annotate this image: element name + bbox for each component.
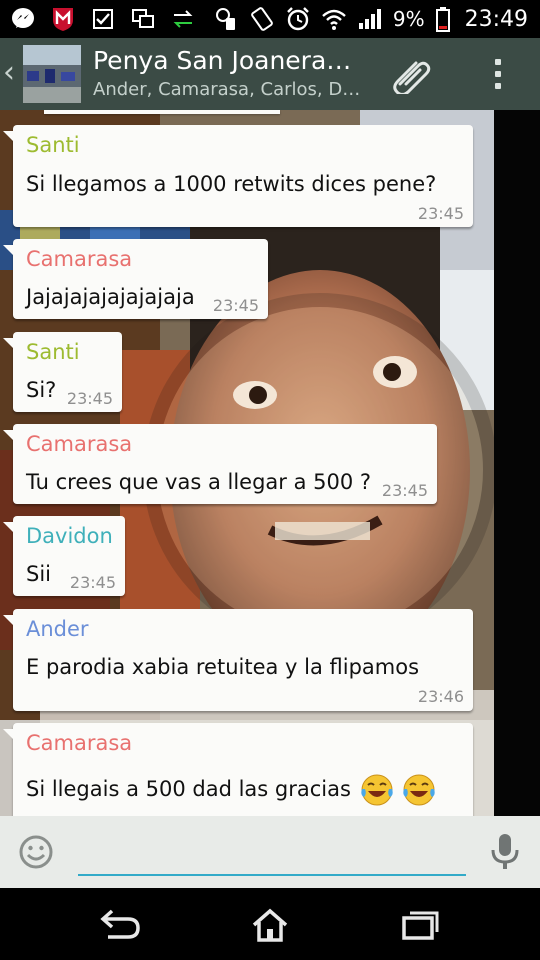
paperclip-icon [393,61,431,94]
clock: 23:49 [464,6,528,32]
group-avatar[interactable] [23,45,81,103]
signal-icon [357,6,383,32]
message-sender: Camarasa [26,432,133,456]
message-sender: Davidon [26,524,113,548]
message-time: 23:45 [212,296,259,315]
back-chevron-icon[interactable]: ‹ [3,58,15,88]
message-sender: Santi [26,133,80,157]
transfer-icon [170,6,196,32]
message-bubble[interactable]: Santi Si llegamos a 1000 retwits dices p… [3,125,473,227]
checkbox-icon [90,6,116,32]
dot [495,71,501,77]
message-text: Tu crees que vas a llegar a 500 ? [26,470,372,494]
nav-recent-apps-button[interactable] [390,904,450,946]
previous-message-edge [44,110,280,114]
group-title[interactable]: Penya San Joanera… [93,46,373,75]
system-icons: 9% 23:49 [213,4,528,34]
voice-record-button[interactable] [488,832,522,872]
tears-of-joy-emoji-icon [403,774,435,806]
message-bubble[interactable]: Santi Si? 23:45 [3,332,122,412]
wifi-icon [321,6,347,32]
microphone-icon [491,834,519,869]
message-time: 23:45 [69,573,116,592]
message-sender: Ander [26,617,89,641]
nav-back-button[interactable] [90,904,150,946]
message-bubble[interactable]: Davidon Sii 23:45 [3,516,125,596]
notification-icons [10,4,196,34]
message-time: 23:46 [417,687,464,706]
message-bubble[interactable]: Ander E parodia xabia retuitea y la flip… [3,609,473,711]
message-time: 23:45 [66,389,113,408]
message-sender: Santi [26,340,80,364]
compose-bar [0,816,540,888]
message-text: E parodia xabia retuitea y la flipamos [26,655,420,679]
message-text: Si llegais a 500 dad las gracias [26,777,351,801]
dot [495,83,501,89]
message-text: Sii [26,562,51,586]
message-time: 23:45 [381,481,428,500]
vibrate-icon [213,6,239,32]
chat-edge [494,110,540,816]
status-bar: 9% 23:49 [0,0,540,38]
message-bubble[interactable]: Camarasa Jajajajajajajajaja 23:45 [3,239,268,319]
nav-home-button[interactable] [240,904,300,946]
message-sender: Camarasa [26,247,133,271]
battery-icon [435,6,451,32]
message-time: 23:45 [417,204,464,223]
screen-rotate-icon [249,6,275,32]
back-icon [100,909,140,939]
message-text-row: Si llegais a 500 dad las gracias [26,773,436,807]
system-navigation-bar [0,888,540,960]
message-text: Jajajajajajajajaja [26,285,195,309]
overflow-menu-button[interactable] [484,52,512,96]
tears-of-joy-emoji-icon [360,774,393,806]
message-text: Si? [26,378,57,402]
smiley-icon [19,835,53,869]
battery-percent: 9% [392,7,425,31]
recent-apps-icon [402,911,439,940]
emoji-button[interactable] [18,834,54,870]
message-sender: Camarasa [26,731,133,755]
message-bubble[interactable]: Camarasa Si llegais a 500 dad las gracia… [3,723,473,816]
dot [495,59,501,65]
alarm-icon [285,6,311,32]
conversation-header[interactable]: ‹ Penya San Joanera… Ander, Camarasa, Ca… [0,38,540,111]
message-bubble[interactable]: Camarasa Tu crees que vas a llegar a 500… [3,424,437,504]
message-text: Si llegamos a 1000 retwits dices pene? [26,172,437,196]
mcafee-icon [50,6,76,32]
attach-button[interactable] [388,52,436,96]
group-participants[interactable]: Ander, Camarasa, Carlos, D… [93,79,367,100]
message-list[interactable]: Santi Si llegamos a 1000 retwits dices p… [0,110,540,816]
home-icon [252,908,288,942]
message-input[interactable] [78,832,466,876]
messenger-icon [10,6,36,32]
windows-icon [130,6,156,32]
